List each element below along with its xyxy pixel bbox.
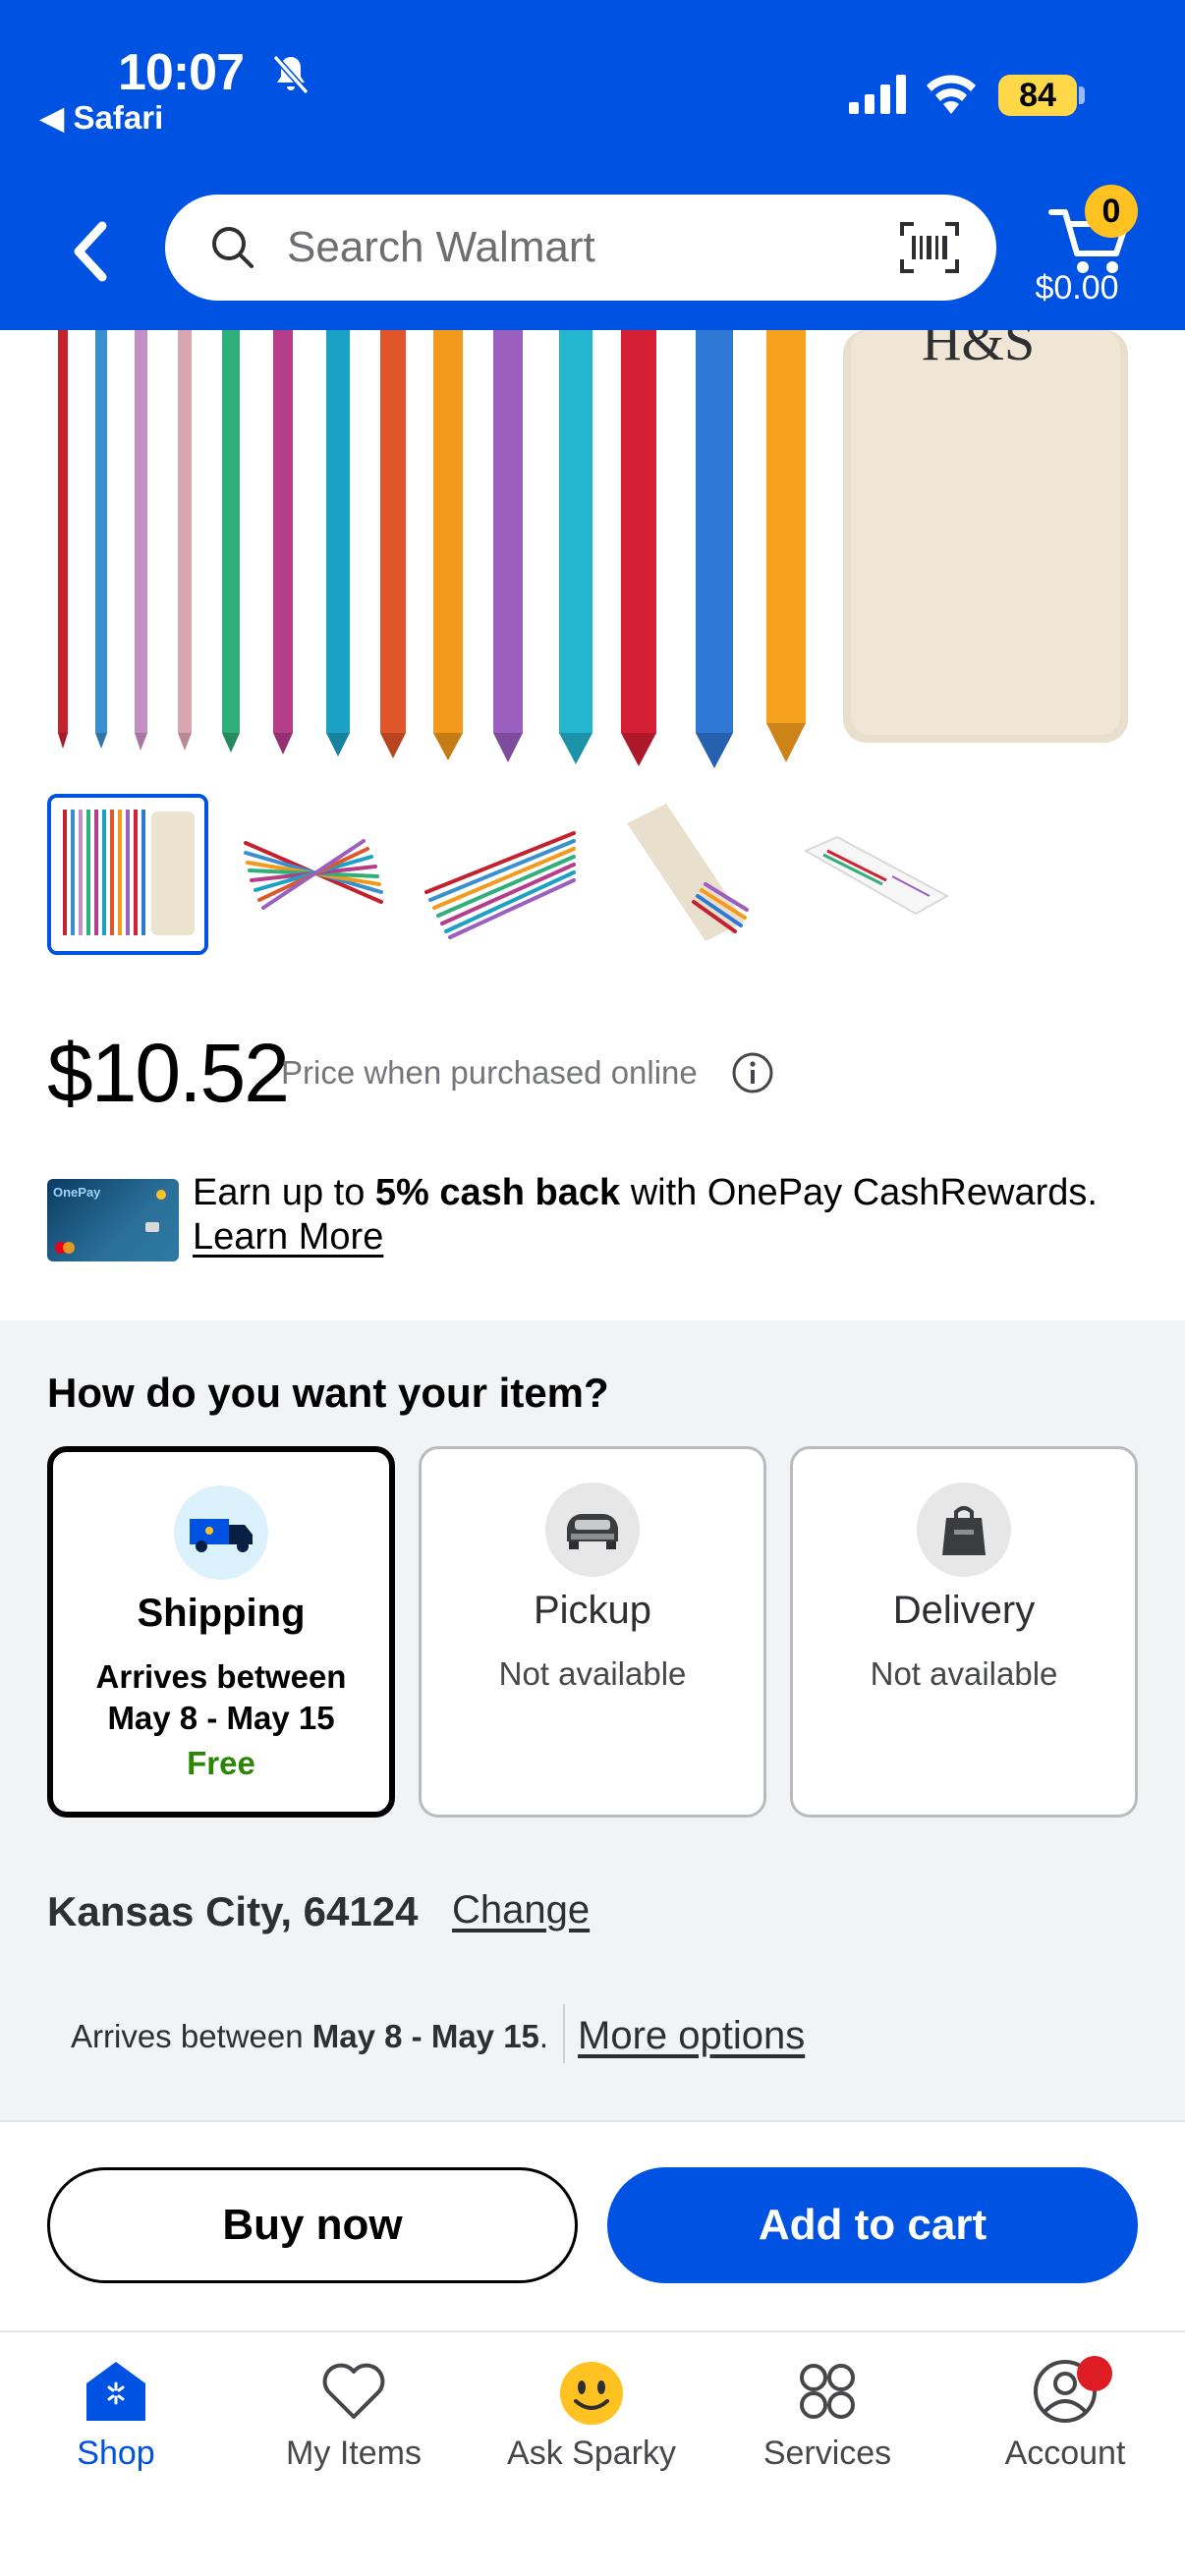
pouch-thumbnail-icon — [627, 804, 749, 941]
account-notification-dot — [1077, 2356, 1112, 2391]
thumbnail-5[interactable] — [794, 794, 955, 955]
app-header: 10:07 ◀ Safari 84 Search Walmart 0 $0.00 — [0, 0, 1185, 330]
shipping-subtitle: Arrives between May 8 - May 15 — [53, 1656, 389, 1739]
delivery-title: Delivery — [892, 1589, 1036, 1632]
heart-icon — [322, 2363, 385, 2419]
info-icon[interactable] — [731, 1051, 774, 1094]
arrives-suffix: . — [538, 2018, 549, 2054]
bag-glyph — [942, 1506, 986, 1555]
back-button[interactable] — [59, 212, 122, 291]
tab-my-items-label: My Items — [286, 2435, 422, 2472]
tab-my-items[interactable]: My Items — [255, 2356, 452, 2473]
hooks-thumbnail-icon — [51, 798, 204, 951]
add-to-cart-button[interactable]: Add to cart — [607, 2167, 1138, 2283]
cart-count-badge: 0 — [1085, 185, 1138, 238]
section-divider — [0, 2120, 1185, 2122]
hooks-diagonal-thumbnail-icon — [424, 831, 576, 939]
bell-slash-icon — [272, 54, 310, 95]
search-icon — [212, 227, 254, 268]
hooks-fan-thumbnail-icon — [244, 839, 383, 910]
delivery-bag-icon — [917, 1483, 1011, 1577]
delivery-option[interactable]: Delivery Not available — [790, 1446, 1138, 1818]
status-back-to-safari[interactable]: ◀ Safari — [39, 98, 163, 137]
package-box-thumbnail-icon — [803, 835, 950, 916]
tab-shop-label: Shop — [77, 2435, 155, 2472]
shipping-subtitle-line2: May 8 - May 15 — [107, 1700, 335, 1736]
pickup-subtitle: Not available — [498, 1655, 687, 1692]
crochet-hooks-photo: H&S — [58, 330, 1128, 768]
product-main-image[interactable]: H&S — [0, 330, 1185, 768]
delivery-location: Kansas City, 64124 — [47, 1888, 419, 1934]
shipping-title: Shipping — [137, 1592, 306, 1635]
shipping-price: Free — [187, 1745, 255, 1781]
arrival-summary: Arrives between May 8 - May 15. — [71, 2018, 548, 2055]
onepay-card-image: OnePay — [47, 1179, 179, 1261]
onepay-highlight: 5% cash back — [374, 1172, 621, 1213]
vertical-divider — [563, 2004, 565, 2063]
thumbnail-3[interactable] — [421, 794, 582, 955]
tab-services-label: Services — [762, 2435, 892, 2472]
cart-total: $0.00 — [1035, 269, 1119, 307]
car-glyph — [567, 1514, 618, 1549]
cellular-signal-icon — [849, 75, 906, 114]
arrives-dates: May 8 - May 15 — [311, 2018, 539, 2054]
more-options-link[interactable]: More options — [578, 2014, 805, 2058]
wifi-icon — [927, 75, 976, 114]
shipping-truck-icon — [174, 1485, 268, 1580]
tab-shop[interactable]: Shop — [18, 2356, 214, 2473]
delivery-subtitle: Not available — [870, 1655, 1058, 1692]
battery-level: 84 — [998, 75, 1077, 116]
barcode-scanner-icon[interactable] — [898, 220, 961, 275]
onepay-prefix: Earn up to — [193, 1172, 375, 1213]
arrives-prefix: Arrives between — [71, 2018, 312, 2054]
pickup-option[interactable]: Pickup Not available — [419, 1446, 766, 1818]
onepay-card-icon: OnePay — [53, 1185, 166, 1254]
truck-glyph — [190, 1519, 253, 1552]
change-location-link[interactable]: Change — [452, 1888, 590, 1932]
shipping-subtitle-line1: Arrives between — [95, 1658, 347, 1695]
thumbnail-strip — [47, 794, 1138, 955]
onepay-suffix: with OnePay CashRewards. — [620, 1172, 1098, 1213]
tab-account[interactable]: Account — [967, 2356, 1163, 2473]
onepay-promo-text: Earn up to 5% cash back with OnePay Cash… — [193, 1169, 1136, 1216]
pickup-car-icon — [545, 1483, 640, 1577]
shop-icon — [86, 2362, 145, 2421]
tab-account-label: Account — [1004, 2435, 1126, 2472]
services-grid-icon — [800, 2364, 855, 2419]
tab-services[interactable]: Services — [729, 2356, 926, 2473]
search-input[interactable] — [287, 223, 898, 272]
buy-now-button[interactable]: Buy now — [47, 2167, 578, 2283]
chevron-left-icon — [74, 221, 107, 282]
tab-ask-sparky[interactable]: Ask Sparky — [493, 2356, 690, 2473]
fulfillment-title: How do you want your item? — [47, 1370, 609, 1416]
battery-tip — [1079, 86, 1085, 104]
status-time: 10:07 — [118, 44, 245, 101]
price-note: Price when purchased online — [281, 1054, 698, 1091]
thumbnail-4[interactable] — [607, 794, 768, 955]
svg-text:H&S: H&S — [922, 330, 1035, 372]
learn-more-link[interactable]: Learn More — [193, 1216, 383, 1259]
thumbnail-2[interactable] — [234, 794, 395, 955]
svg-text:OnePay: OnePay — [53, 1185, 101, 1200]
sparky-icon — [560, 2362, 623, 2425]
shipping-option[interactable]: Shipping Arrives between May 8 - May 15 … — [47, 1446, 395, 1818]
product-price: $10.52 — [47, 1027, 290, 1119]
search-bar[interactable] — [165, 195, 996, 301]
pickup-title: Pickup — [533, 1589, 652, 1632]
thumbnail-1[interactable] — [47, 794, 208, 955]
tab-ask-sparky-label: Ask Sparky — [507, 2435, 676, 2472]
